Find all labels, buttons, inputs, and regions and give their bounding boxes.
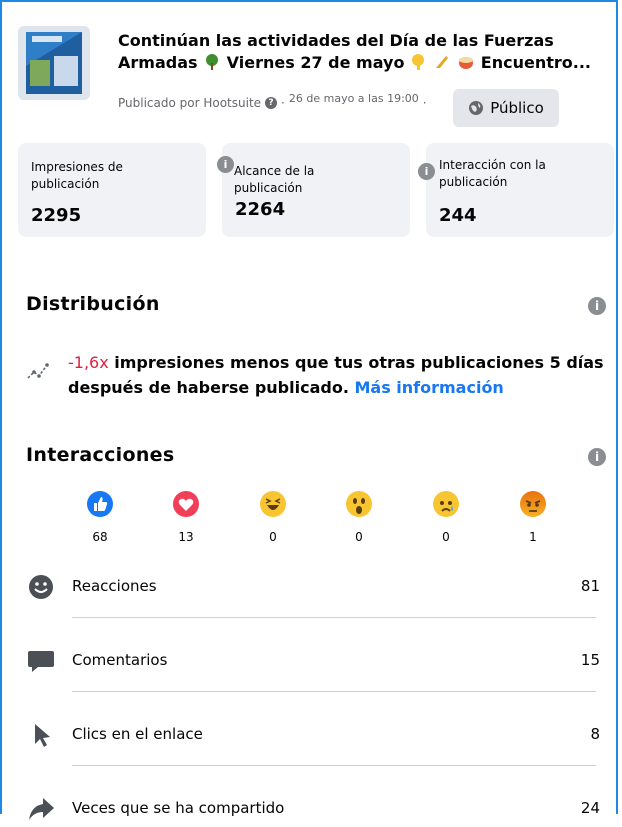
post-title-line1: Continúan las actividades del Día de las… [118, 31, 554, 50]
audience-label: Público [490, 99, 544, 117]
post-title[interactable]: Continúan las actividades del Día de las… [118, 30, 608, 74]
interactions-info-icon[interactable]: i [588, 448, 606, 466]
wow-icon [346, 491, 372, 517]
more-info-link[interactable]: Más información [354, 378, 503, 397]
divider [72, 691, 596, 692]
angry-icon [520, 491, 546, 517]
distribution-delta: -1,6x [68, 353, 109, 372]
reaction-love: 13 [166, 490, 206, 544]
comment-icon [26, 647, 56, 675]
row-reactions[interactable]: Reacciones 81 [26, 569, 604, 605]
metric-value: 2295 [31, 205, 82, 226]
globe-icon [469, 101, 484, 115]
row-value: 81 [580, 577, 600, 595]
row-link-clicks[interactable]: Clics en el enlace 8 [26, 717, 604, 753]
share-icon [26, 795, 56, 823]
distribution-summary: -1,6x impresiones menos que tus otras pu… [68, 350, 608, 400]
metric-label: Alcance de la publicación [234, 164, 315, 195]
row-value: 15 [580, 651, 600, 669]
bugle-emoji-icon [434, 53, 458, 72]
love-icon [173, 491, 199, 517]
pointing-emoji-icon [410, 53, 434, 72]
reaction-count: 1 [529, 530, 537, 544]
row-value: 24 [580, 799, 600, 817]
post-thumbnail[interactable] [18, 26, 90, 100]
reaction-like: 68 [80, 490, 120, 544]
meta-separator-2: · [422, 96, 427, 110]
smiley-icon [26, 573, 56, 601]
reaction-count: 68 [92, 530, 108, 544]
haha-icon [260, 491, 286, 517]
metric-card-engagement: i Interacción con la publicación 244 [418, 143, 614, 237]
audience-button[interactable]: Público [453, 89, 559, 127]
title-text-1: Armadas [118, 53, 198, 72]
metric-card-reach: i Alcance de la publicación 2264 [217, 143, 410, 237]
reaction-sad: 0 [426, 490, 466, 544]
row-value: 8 [590, 725, 600, 743]
row-comments[interactable]: Comentarios 15 [26, 643, 604, 679]
distribution-info-icon[interactable]: i [588, 297, 606, 315]
trend-icon [27, 363, 49, 379]
row-label: Comentarios [72, 651, 168, 669]
post-title-line2: Armadas Viernes 27 de mayo Encuentro... [118, 52, 608, 74]
metric-card-impressions: Impresiones de publicación 2295 [18, 143, 206, 237]
row-label: Clics en el enlace [72, 725, 203, 743]
reaction-count: 13 [178, 530, 194, 544]
sad-icon [433, 491, 459, 517]
reaction-count: 0 [269, 530, 277, 544]
metric-value: 2264 [235, 199, 286, 220]
title-text-2: Viernes 27 de mayo [226, 53, 405, 72]
publisher-info-icon[interactable]: ? [265, 97, 278, 109]
divider [72, 765, 596, 766]
row-label: Veces que se ha compartido [72, 799, 285, 817]
reaction-haha: 0 [253, 490, 293, 544]
interactions-title: Interacciones [26, 444, 175, 466]
reaction-count: 0 [442, 530, 450, 544]
drum-emoji-icon [457, 53, 481, 72]
published-by: Publicado por Hootsuite [118, 96, 262, 110]
like-icon [87, 491, 113, 517]
info-icon[interactable]: i [418, 163, 435, 180]
meta-separator: · [281, 96, 285, 110]
distribution-title: Distribución [26, 293, 160, 315]
divider [72, 617, 596, 618]
metric-label: Impresiones de publicación [31, 160, 123, 191]
post-meta: Publicado por Hootsuite ? · 26 de mayo a… [118, 92, 427, 111]
metric-label: Interacción con la publicación [439, 158, 546, 189]
metric-value: 244 [439, 205, 477, 226]
info-icon[interactable]: i [217, 156, 234, 173]
row-shares[interactable]: Veces que se ha compartido 24 [26, 791, 604, 827]
post-date[interactable]: 26 de mayo a las 19:00 [289, 92, 419, 105]
distribution-text: impresiones menos que tus otras publicac… [68, 353, 604, 397]
reaction-count: 0 [355, 530, 363, 544]
reaction-angry: 1 [513, 490, 553, 544]
tree-emoji-icon [203, 53, 227, 72]
row-label: Reacciones [72, 577, 157, 595]
reaction-wow: 0 [339, 490, 379, 544]
title-text-3: Encuentro... [480, 53, 591, 72]
cursor-icon [26, 721, 56, 749]
